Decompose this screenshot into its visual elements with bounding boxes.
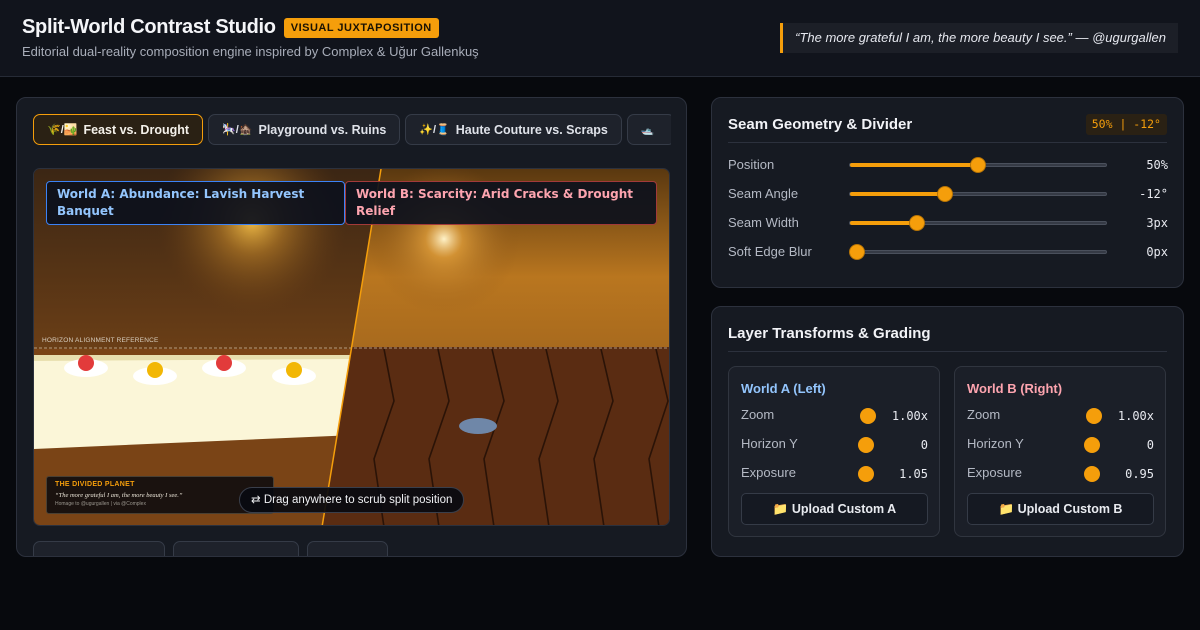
horizon-y-row: Horizon Y 0 <box>741 435 928 455</box>
zoom-row: Zoom 1.00x <box>967 406 1154 426</box>
slider-handle[interactable] <box>970 157 986 173</box>
tab-feast-vs-drought[interactable]: 🌾/🏜️ Feast vs. Drought <box>33 114 204 145</box>
tab-label: Feast vs. Drought <box>83 122 190 137</box>
title-row: Split-World Contrast Studio VISUAL JUXTA… <box>22 16 439 39</box>
slider-fill <box>850 192 945 196</box>
horizon-reference-label: HORIZON ALIGNMENT REFERENCE <box>42 337 159 344</box>
plaque-title: THE DIVIDED PLANET <box>55 481 135 488</box>
tab-haute-couture-vs-scraps[interactable]: ✨/🧵 Haute Couture vs. Scraps <box>405 114 622 145</box>
plaque-quote: “The more grateful I am, the more beauty… <box>55 492 183 499</box>
row-label: Zoom <box>967 407 1001 422</box>
soft-edge-blur-slider[interactable] <box>849 244 1107 260</box>
stage-action-button[interactable] <box>307 541 388 556</box>
soft-edge-blur-slider-row: Soft Edge Blur 0px <box>728 242 1168 262</box>
slider-value: 3px <box>1146 216 1168 230</box>
stage-action-button[interactable] <box>33 541 165 556</box>
horizon-y-knob[interactable] <box>858 437 874 453</box>
upload-custom-b-button[interactable]: 📁 Upload Custom B <box>967 493 1154 525</box>
position-slider[interactable] <box>849 157 1107 173</box>
slider-label: Position <box>728 157 775 172</box>
row-value: 0 <box>1146 438 1154 452</box>
exposure-row: Exposure 0.95 <box>967 464 1154 484</box>
composition-panel: 🌾/🏜️ Feast vs. Drought 🎠/🏚️ Playground v… <box>16 97 687 557</box>
seam-geometry-title: Seam Geometry & Divider <box>728 116 913 133</box>
preset-tabs: 🌾/🏜️ Feast vs. Drought 🎠/🏚️ Playground v… <box>33 114 671 146</box>
seam-angle-slider-row: Seam Angle -12° <box>728 184 1168 204</box>
seam-angle-slider[interactable] <box>849 186 1107 202</box>
boat-icon: 🛥️ <box>640 124 655 136</box>
world-a-title: World A (Left) <box>741 381 826 396</box>
row-value: 0 <box>920 438 928 452</box>
exposure-knob[interactable] <box>858 466 874 482</box>
app-header: Split-World Contrast Studio VISUAL JUXTA… <box>0 0 1200 77</box>
row-value: 1.05 <box>899 467 928 481</box>
zoom-knob[interactable] <box>860 408 876 424</box>
slider-value: -12° <box>1139 187 1168 201</box>
slider-label: Soft Edge Blur <box>728 244 812 259</box>
row-label: Horizon Y <box>741 436 798 451</box>
row-value: 0.95 <box>1125 467 1154 481</box>
row-label: Horizon Y <box>967 436 1024 451</box>
slider-handle[interactable] <box>936 186 953 202</box>
world-a-label: World A: Abundance: Lavish Harvest Banqu… <box>46 181 345 225</box>
slider-value: 50% <box>1146 158 1168 172</box>
horizon-y-knob[interactable] <box>1084 437 1100 453</box>
tab-label: Haute Couture vs. Scraps <box>455 122 608 137</box>
world-b-label: World B: Scarcity: Arid Cracks & Drought… <box>345 181 657 225</box>
seam-readout: 50% | -12° <box>1085 114 1167 135</box>
seam-geometry-card: Seam Geometry & Divider 50% | -12° Posit… <box>711 97 1184 288</box>
slider-label: Seam Width <box>728 215 799 230</box>
row-label: Exposure <box>967 465 1022 480</box>
couture-scraps-icon: ✨/🧵 <box>419 124 450 136</box>
row-label: Zoom <box>741 407 775 422</box>
tab-more-presets[interactable]: 🛥️ <box>626 114 671 145</box>
stage-action-button[interactable] <box>173 541 299 556</box>
slider-value: 0px <box>1146 245 1168 259</box>
exposure-knob[interactable] <box>1084 466 1100 482</box>
playground-ruins-icon: 🎠/🏚️ <box>222 124 253 136</box>
drag-hint: ⇄ Drag anywhere to scrub split position <box>239 487 465 513</box>
world-b-title: World B (Right) <box>967 381 1063 396</box>
zoom-row: Zoom 1.00x <box>741 406 928 426</box>
slider-fill <box>850 221 917 225</box>
world-b-controls: World B (Right) Zoom 1.00x Horizon Y 0 E… <box>954 366 1166 537</box>
upload-custom-a-button[interactable]: 📁 Upload Custom A <box>741 493 928 525</box>
plaque-credit: Homage to @ugurgallen | via @Complex <box>55 501 146 507</box>
slider-label: Seam Angle <box>728 186 799 201</box>
slider-handle[interactable] <box>908 215 925 231</box>
layer-transforms-title: Layer Transforms & Grading <box>728 325 931 342</box>
slider-handle[interactable] <box>849 244 865 260</box>
exposure-row: Exposure 1.05 <box>741 464 928 484</box>
mode-badge: VISUAL JUXTAPOSITION <box>283 17 439 38</box>
tab-label: Playground vs. Ruins <box>258 122 387 137</box>
split-stage[interactable]: World A: Abundance: Lavish Harvest Banqu… <box>33 168 670 526</box>
divider <box>728 142 1167 143</box>
app-subtitle: Editorial dual-reality composition engin… <box>22 44 479 59</box>
position-slider-row: Position 50% <box>728 155 1168 175</box>
row-label: Exposure <box>741 465 796 480</box>
slider-fill <box>850 163 978 167</box>
seam-width-slider-row: Seam Width 3px <box>728 213 1168 233</box>
world-a-controls: World A (Left) Zoom 1.00x Horizon Y 0 Ex… <box>728 366 940 537</box>
row-value: 1.00x <box>1117 409 1154 423</box>
layer-transforms-card: Layer Transforms & Grading World A (Left… <box>711 306 1184 557</box>
divider <box>728 351 1167 352</box>
app-title: Split-World Contrast Studio <box>22 16 276 38</box>
feast-drought-icon: 🌾/🏜️ <box>47 124 78 136</box>
tab-playground-vs-ruins[interactable]: 🎠/🏚️ Playground vs. Ruins <box>208 114 401 145</box>
horizon-y-row: Horizon Y 0 <box>967 435 1154 455</box>
header-quote: “The more grateful I am, the more beauty… <box>780 23 1178 53</box>
seam-width-slider[interactable] <box>849 215 1107 231</box>
zoom-knob[interactable] <box>1086 408 1102 424</box>
row-value: 1.00x <box>891 409 928 423</box>
